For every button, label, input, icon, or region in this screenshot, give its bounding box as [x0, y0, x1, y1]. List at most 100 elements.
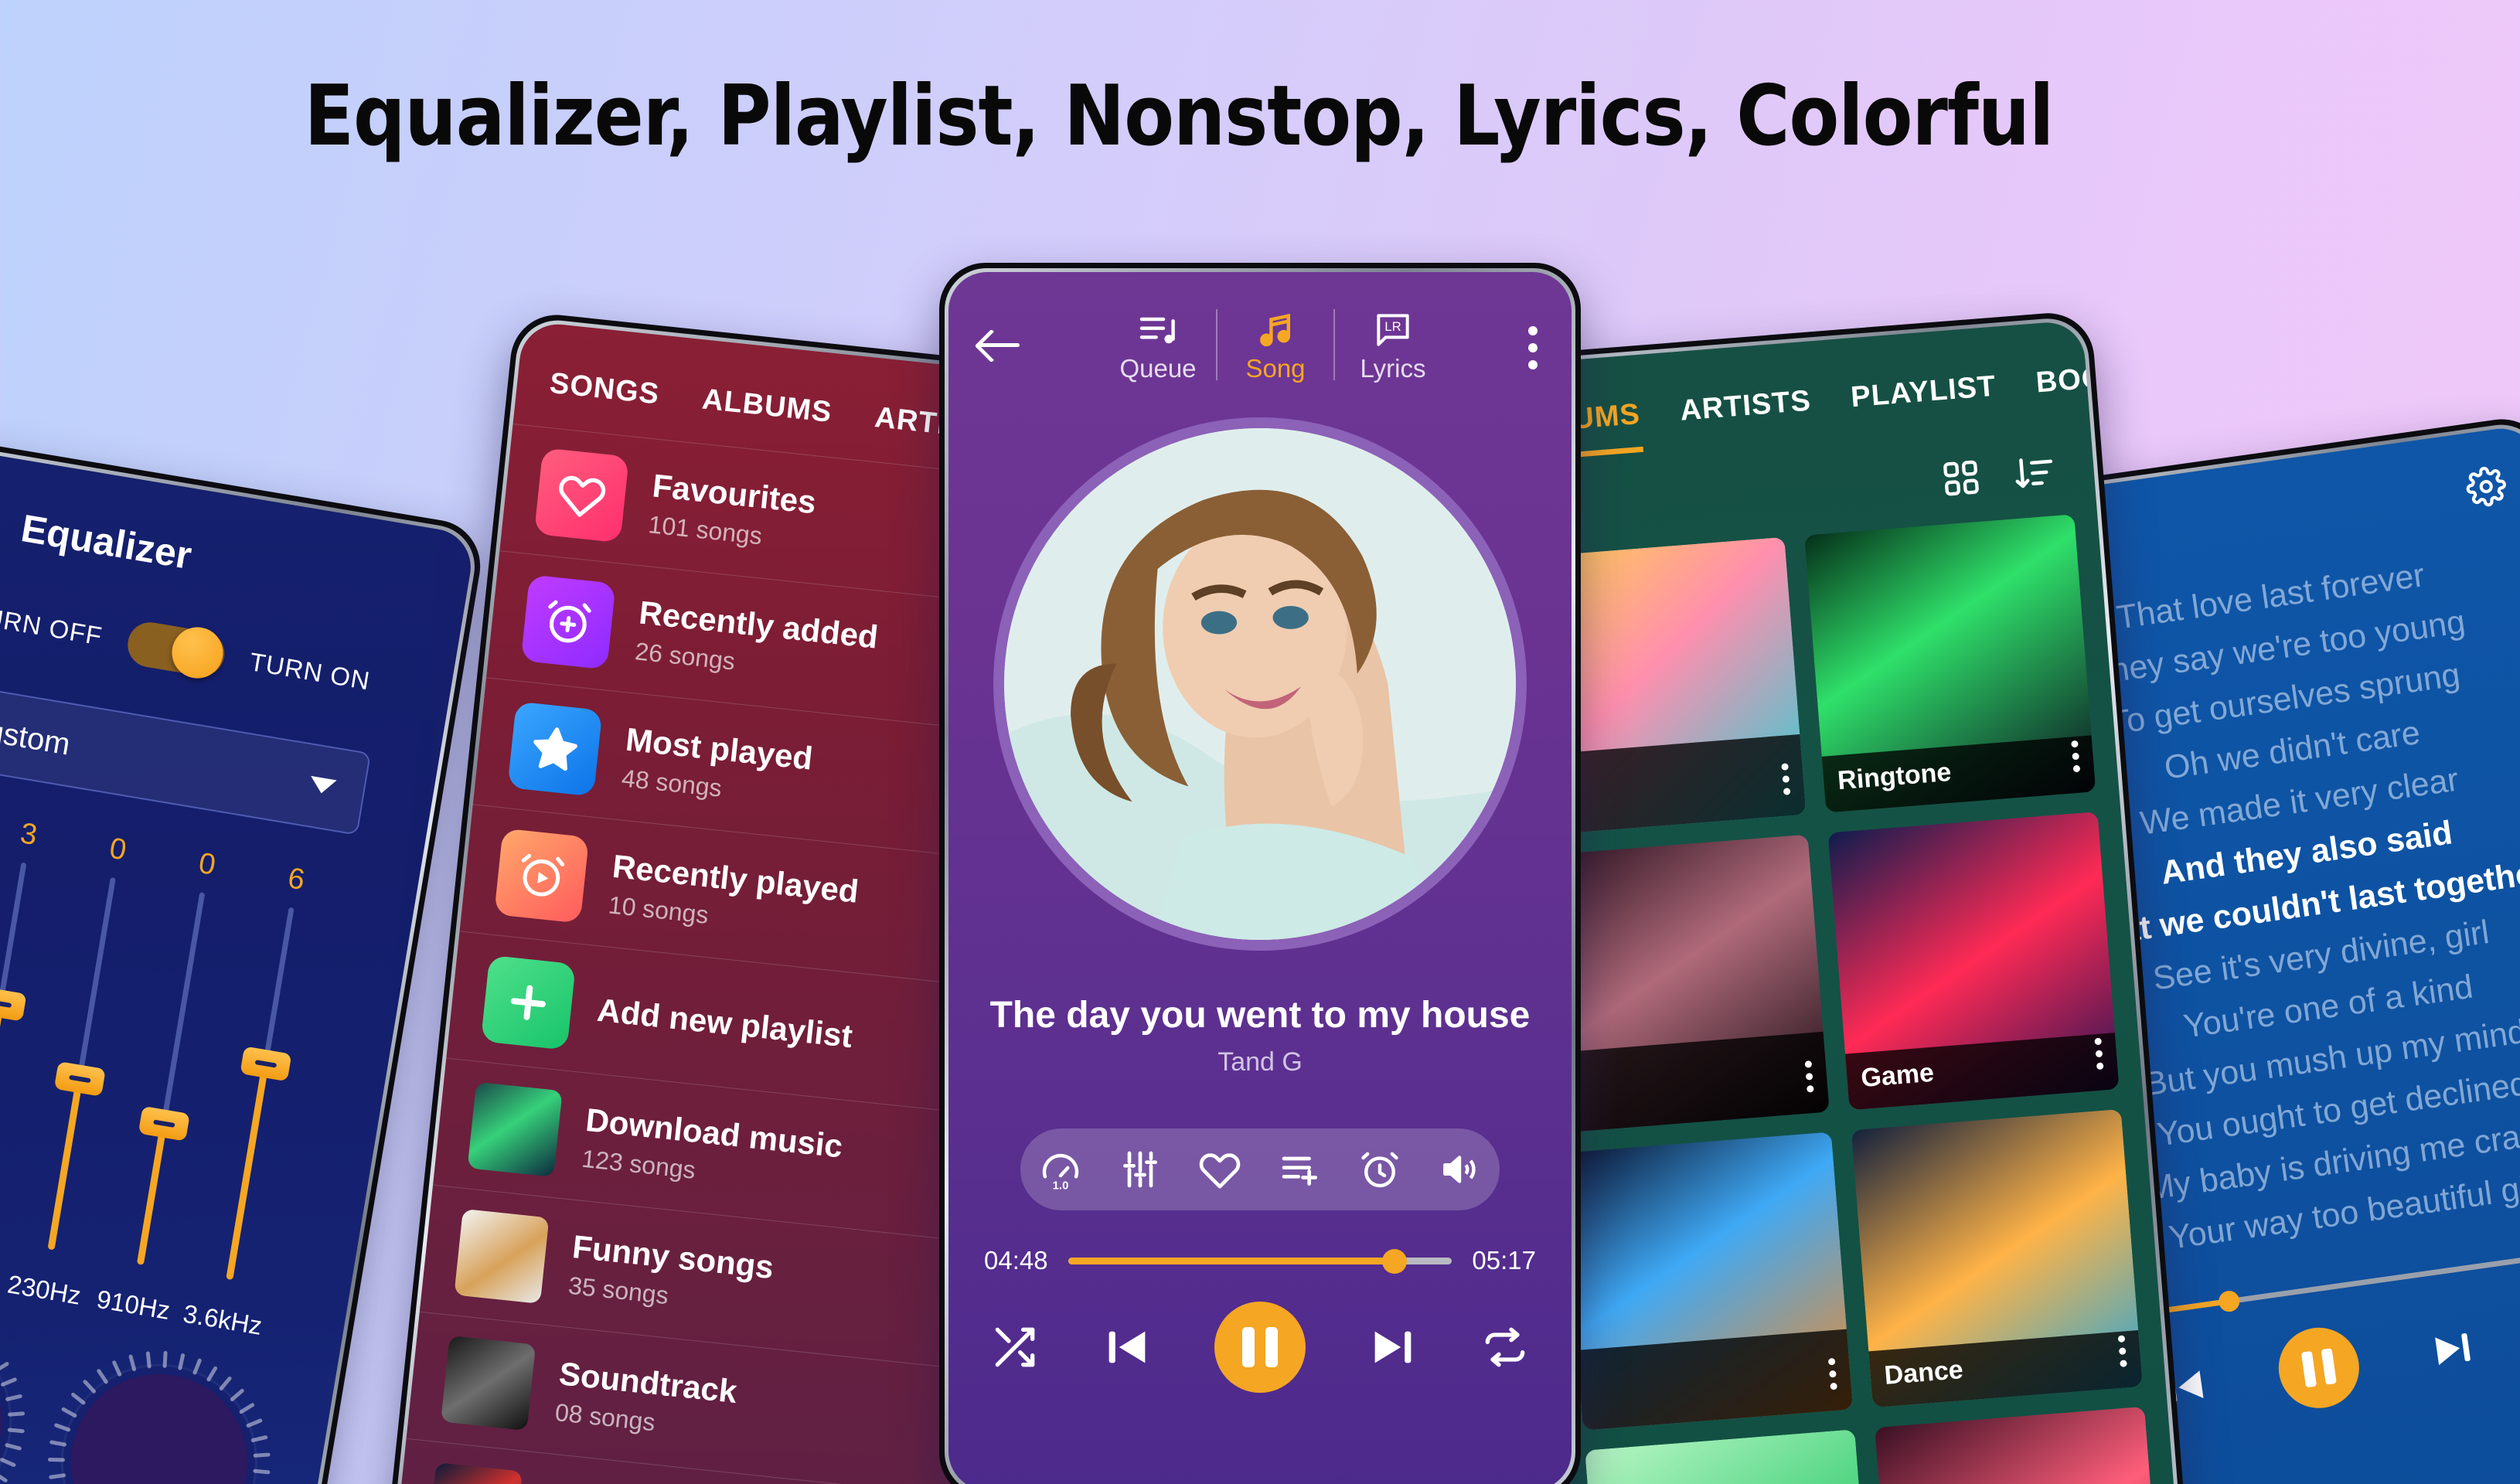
time-current: 04:48: [984, 1246, 1048, 1275]
playlist-tab-songs[interactable]: SONGS: [546, 367, 661, 434]
next-button[interactable]: [2426, 1322, 2480, 1376]
time-total: 05:17: [1472, 1246, 1536, 1275]
player-phone: Queue Song LR Lyrics The day you went to…: [939, 263, 1581, 1484]
music-note-icon: [1217, 306, 1333, 354]
band-value: 0: [107, 832, 129, 867]
album-art-illustration: [1004, 428, 1516, 940]
turn-on-label: TURN ON: [247, 647, 373, 696]
lyrics-seek-thumb[interactable]: [2216, 1288, 2241, 1313]
heart-icon[interactable]: [1198, 1148, 1241, 1191]
turn-off-label: TURN OFF: [0, 600, 105, 651]
album-artist: [1594, 1374, 1837, 1418]
player-transport-controls: [948, 1275, 1572, 1393]
album-card[interactable]: [1585, 1429, 1877, 1484]
band-value: 6: [285, 862, 308, 897]
seek-fill: [1068, 1257, 1395, 1264]
volume-icon[interactable]: [1438, 1148, 1481, 1191]
alarm-play-icon: [494, 828, 590, 924]
album-name: Dance: [1883, 1354, 1965, 1390]
album-name: Ringtone: [1836, 757, 1953, 796]
knob-ticks: [31, 1334, 288, 1484]
equalizer-power-switch[interactable]: [124, 618, 228, 682]
pause-button[interactable]: [2273, 1322, 2365, 1414]
player-tab-label: Lyrics: [1360, 354, 1426, 383]
albums-tab-artists[interactable]: ARTISTS: [1679, 385, 1814, 449]
playlist-tab-albums[interactable]: ALBUMS: [698, 383, 833, 452]
page-title: Equalizer, Playlist, Nonstop, Lyrics, Co…: [304, 68, 2055, 165]
equalizer-knob[interactable]: MAX: [0, 1319, 26, 1484]
band-knob[interactable]: [138, 1105, 190, 1142]
playlist-item-text: Funny songs 35 songs: [567, 1228, 776, 1321]
band-frequency: 3.6kHz: [181, 1298, 264, 1340]
album-artist: [1571, 1077, 1814, 1120]
playlist-thumbnail: [454, 1208, 550, 1304]
album-card[interactable]: [1561, 1132, 1854, 1431]
next-button[interactable]: [1366, 1320, 1420, 1374]
alarm-plus-icon: [520, 574, 616, 670]
gear-icon[interactable]: [2464, 464, 2509, 509]
album-card[interactable]: Game: [1827, 812, 2120, 1111]
playlist-thumbnail: [427, 1462, 523, 1484]
album-card[interactable]: [1875, 1406, 2167, 1484]
song-artist: Tand G: [1217, 1047, 1303, 1077]
playlist-item-text: Favourites 101 songs: [647, 467, 818, 556]
band-value: 0: [196, 846, 218, 882]
chevron-down-icon: [308, 775, 337, 796]
album-artist: [1548, 779, 1791, 822]
playlist-item-text: Recently played 10 songs: [607, 847, 860, 945]
add-queue-icon[interactable]: [1279, 1148, 1322, 1191]
back-arrow-icon[interactable]: [979, 328, 1023, 362]
timer-icon[interactable]: [1358, 1148, 1401, 1191]
band-knob[interactable]: [239, 1046, 291, 1082]
player-screen: Queue Song LR Lyrics The day you went to…: [948, 272, 1572, 1484]
album-card[interactable]: Ringtone: [1804, 514, 2096, 813]
playlist-item-text: Recently added 26 songs: [634, 594, 880, 690]
player-progress-row: 04:48 05:17: [948, 1210, 1572, 1275]
band-fill: [136, 1122, 168, 1265]
more-vertical-icon[interactable]: [2094, 1037, 2104, 1076]
albums-tab-book[interactable]: BOOK: [2035, 359, 2130, 420]
phone-bezel: Queue Song LR Lyrics The day you went to…: [945, 268, 1575, 1484]
equalizer-icon[interactable]: [1119, 1148, 1162, 1191]
player-tab-lyrics[interactable]: LR Lyrics: [1335, 306, 1451, 383]
more-vertical-icon[interactable]: [1528, 326, 1541, 377]
equalizer-bands: 3 60Hz0 230Hz0 910Hz6 3.6kHz: [0, 798, 387, 1354]
knob-dial[interactable]: [47, 1350, 271, 1484]
band-value: 3: [18, 817, 40, 853]
switch-thumb: [168, 623, 227, 682]
plus-icon: [480, 955, 576, 1050]
seek-thumb[interactable]: [1381, 1248, 1407, 1274]
player-tool-bar: 1.0: [1020, 1128, 1500, 1210]
more-vertical-icon[interactable]: [2071, 740, 2081, 778]
band-frequency: 230Hz: [5, 1269, 83, 1310]
equalizer-screen: Equalizer TURN OFF TURN ON Custom 15dB 0…: [0, 441, 477, 1484]
playlist-item-text: Download music 123 songs: [581, 1101, 844, 1199]
more-vertical-icon[interactable]: [2117, 1335, 2128, 1373]
shuffle-button[interactable]: [990, 1322, 1040, 1372]
repeat-button[interactable]: [1480, 1322, 1530, 1372]
band-knob[interactable]: [53, 1060, 106, 1097]
grid-view-icon[interactable]: [1939, 457, 1983, 502]
playlist-thumbnail: [441, 1335, 536, 1431]
album-thumbnail: [1585, 1429, 1877, 1484]
album-card[interactable]: [1538, 834, 1830, 1133]
albums-grid: Ringtone Game Dance: [1491, 512, 2180, 1484]
preset-dropdown[interactable]: Custom: [0, 681, 372, 836]
knob-dial[interactable]: [0, 1319, 26, 1484]
album-name: Game: [1860, 1057, 1936, 1094]
speed-icon[interactable]: 1.0: [1039, 1148, 1082, 1191]
svg-text:LR: LR: [1384, 319, 1401, 334]
album-card[interactable]: Dance: [1851, 1108, 2143, 1408]
pause-button[interactable]: [1214, 1302, 1306, 1393]
albums-tab-playlist[interactable]: PLAYLIST: [1850, 370, 1999, 436]
playlist-item-text: Add new playlist: [595, 992, 853, 1055]
player-tab-queue[interactable]: Queue: [1100, 306, 1216, 383]
album-art[interactable]: [993, 417, 1527, 951]
equalizer-knob[interactable]: MIN: [47, 1350, 271, 1484]
player-tab-song[interactable]: Song: [1217, 306, 1333, 383]
seek-bar[interactable]: [1068, 1248, 1452, 1274]
band-track: [0, 862, 27, 1236]
sort-descending-icon[interactable]: [2014, 451, 2059, 495]
band-knob[interactable]: [0, 986, 26, 1022]
previous-button[interactable]: [1100, 1320, 1154, 1374]
